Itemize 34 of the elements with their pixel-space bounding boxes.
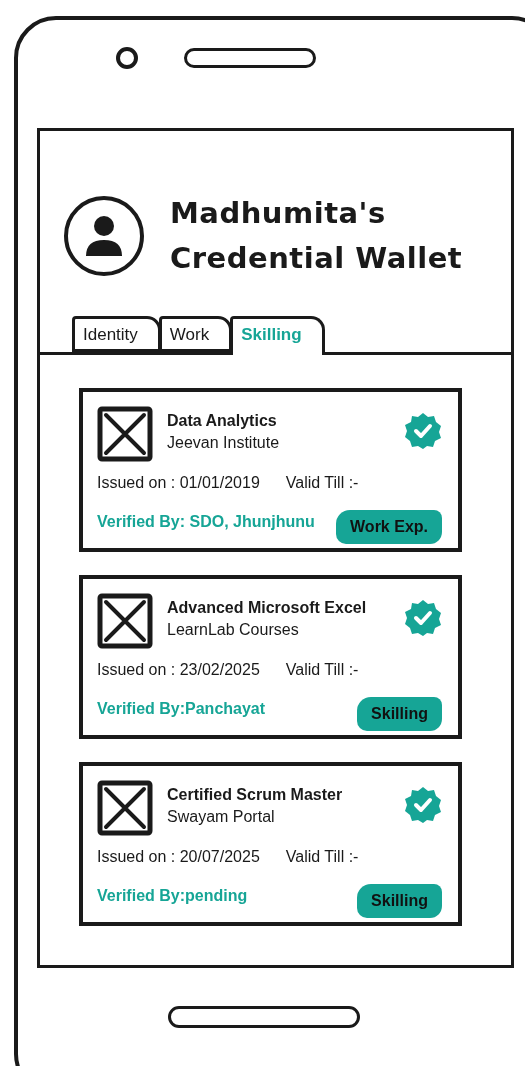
issuer-name: Swayam Portal xyxy=(167,808,276,826)
credential-card[interactable]: Advanced Microsoft Excel LearnLab Courses Issued on : 23/02/2025 Valid Till :- Verified By:Panchayat Skilling xyxy=(79,575,462,739)
credential-card[interactable]: Certified Scrum Master Swayam Portal Issued on : 20/07/2025 Valid Till :- Verified By:pending Skilling xyxy=(79,762,462,926)
speaker-icon xyxy=(184,48,316,68)
valid-till: Valid Till :- xyxy=(285,661,359,679)
credential-card[interactable]: Data Analytics Jeevan Institute Issued on : 01/01/2019 Valid Till :- Verified By: SDO, Jhunjhunu Work Exp. xyxy=(79,388,462,552)
category-tag: Work Exp. xyxy=(336,510,442,544)
image-placeholder-icon xyxy=(97,593,153,649)
valid-till: Valid Till :- xyxy=(285,474,359,492)
issued-date: Issued on : 20/07/2025 xyxy=(97,848,260,866)
camera-icon xyxy=(116,47,138,69)
verified-badge-icon xyxy=(404,599,442,637)
tab[interactable]: Work xyxy=(158,316,233,352)
issuer-name: Jeevan Institute xyxy=(167,434,281,452)
credential-title: Certified Scrum Master xyxy=(167,786,344,804)
valid-till: Valid Till :- xyxy=(285,848,359,866)
verified-by: Verified By: SDO, Jhunjhunu xyxy=(97,513,315,531)
category-tag: Skilling xyxy=(357,697,442,731)
home-button[interactable] xyxy=(168,1006,360,1028)
issued-date: Issued on : 01/01/2019 xyxy=(97,474,260,492)
category-tag: Skilling xyxy=(357,884,442,918)
verified-by: Verified By:pending xyxy=(97,887,248,905)
credential-title: Data Analytics xyxy=(167,412,278,430)
verified-badge-icon xyxy=(404,786,442,824)
issued-date: Issued on : 23/02/2025 xyxy=(97,661,260,679)
image-placeholder-icon xyxy=(97,406,153,462)
image-placeholder-icon xyxy=(97,780,153,836)
avatar-icon xyxy=(64,196,144,276)
verified-by: Verified By:Panchayat xyxy=(97,700,266,718)
wallet-title: Madhumita's Credential Wallet xyxy=(170,195,463,277)
credential-title: Advanced Microsoft Excel xyxy=(167,599,368,617)
issuer-name: LearnLab Courses xyxy=(167,621,300,639)
verified-badge-icon xyxy=(404,412,442,450)
tab[interactable]: Identity xyxy=(72,316,161,352)
